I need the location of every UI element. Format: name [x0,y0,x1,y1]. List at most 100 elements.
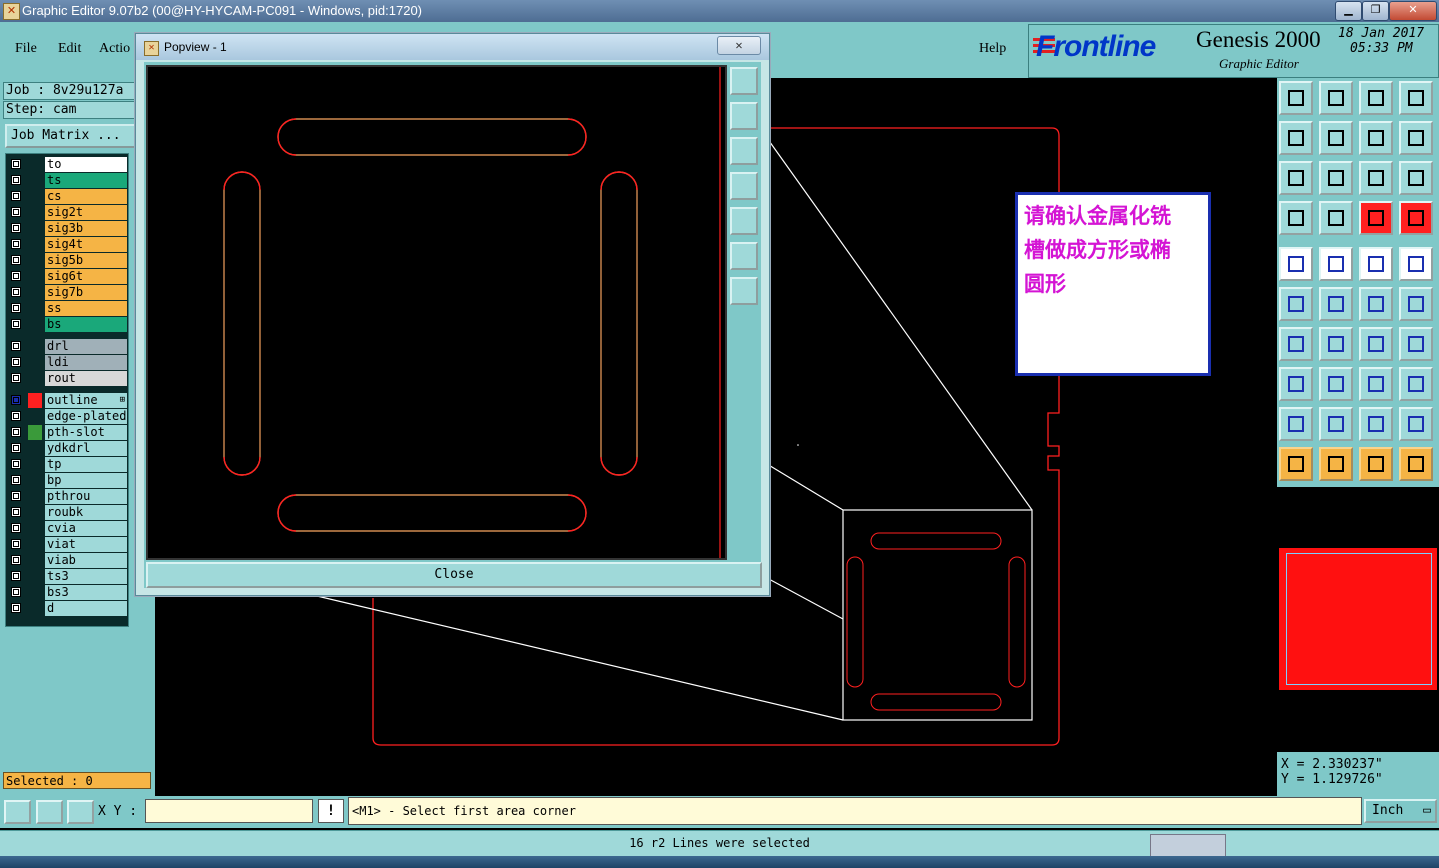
layer-row[interactable]: pth-slot [6,425,128,440]
split-line-icon[interactable] [1319,367,1353,401]
job-matrix-button[interactable]: Job Matrix ... [5,124,141,148]
layer-color-swatch[interactable] [28,505,42,520]
rotate-icon[interactable] [1359,327,1393,361]
layer-color-swatch[interactable] [28,457,42,472]
layer-row[interactable]: cvia [6,521,128,536]
layer-row[interactable]: viat [6,537,128,552]
layer-name[interactable]: sig4t [45,237,127,252]
layer-name[interactable]: ss [45,301,127,316]
layer-row[interactable]: ldi [6,355,128,370]
help-icon[interactable] [1399,161,1433,195]
layer-checkbox[interactable] [11,175,21,185]
layer-row[interactable]: outline ⊞ [6,393,128,408]
layer-row[interactable]: d [6,601,128,616]
popview-zoom-out-icon[interactable] [730,277,758,305]
layer-color-swatch[interactable] [28,285,42,300]
menu-actions[interactable]: Actio [99,41,130,57]
layer-checkbox[interactable] [11,303,21,313]
layer-row[interactable]: bp [6,473,128,488]
layer-checkbox[interactable] [11,341,21,351]
layer-checkbox[interactable] [11,207,21,217]
snap-icon[interactable] [1399,121,1433,155]
layer-checkbox[interactable] [11,319,21,329]
layer-color-swatch[interactable] [28,569,42,584]
route-icon[interactable] [1319,247,1353,281]
layer-row[interactable]: ts [6,173,128,188]
grid-icon[interactable] [67,800,94,824]
layer-color-swatch[interactable] [28,371,42,386]
zoom-center-icon[interactable] [1319,161,1353,195]
layer-color-swatch[interactable] [28,393,42,408]
popview-pan-left-icon[interactable] [730,172,758,200]
layer-row[interactable]: roubk [6,505,128,520]
layer-checkbox[interactable] [11,287,21,297]
line-point-icon[interactable] [1359,287,1393,321]
layer-row[interactable]: bs3 [6,585,128,600]
zoom-fit-icon[interactable] [1279,161,1313,195]
layer-color-swatch[interactable] [28,441,42,456]
layer-checkbox[interactable] [11,357,21,367]
layer-row[interactable]: edge-plated [6,409,128,424]
layer-name[interactable]: to [45,157,127,172]
popview-canvas[interactable] [146,65,727,560]
popview-pan-down-icon[interactable] [730,137,758,165]
angle-icon[interactable] [1279,327,1313,361]
layer-row[interactable]: rout [6,371,128,386]
layer-checkbox[interactable] [11,191,21,201]
layer-name[interactable]: sig3b [45,221,127,236]
layer-row[interactable]: sig5b [6,253,128,268]
layer-color-swatch[interactable] [28,473,42,488]
pan-left-icon[interactable] [1279,121,1313,155]
layer-checkbox[interactable] [11,587,21,597]
layer-color-swatch[interactable] [28,537,42,552]
layer-name[interactable]: d [45,601,127,616]
measure-tool-icon[interactable] [1279,201,1313,235]
layer-name[interactable]: sig5b [45,253,127,268]
layer-name[interactable]: drl [45,339,127,354]
layer-color-swatch[interactable] [28,355,42,370]
layer-checkbox[interactable] [11,223,21,233]
layer-checkbox[interactable] [11,271,21,281]
layer-color-swatch[interactable] [28,409,42,424]
circle-icon[interactable] [1399,247,1433,281]
popview-zoom-fit-icon[interactable] [730,67,758,95]
layer-color-swatch[interactable] [28,585,42,600]
layer-name[interactable]: tp [45,457,127,472]
xy-input[interactable] [145,799,313,823]
layer-color-swatch[interactable] [28,489,42,504]
layer-name[interactable]: pthrou [45,489,127,504]
layer-checkbox[interactable] [11,427,21,437]
layer-row[interactable]: ydkdrl [6,441,128,456]
select-path-icon[interactable] [1399,447,1433,481]
layer-color-swatch[interactable] [28,521,42,536]
layer-row[interactable]: sig4t [6,237,128,252]
layer-row[interactable]: pthrou [6,489,128,504]
triangle-icon[interactable] [1279,407,1313,441]
layer-checkbox[interactable] [11,373,21,383]
layer-name[interactable]: ldi [45,355,127,370]
layer-name[interactable]: bp [45,473,127,488]
layer-color-swatch[interactable] [28,237,42,252]
view-down-icon[interactable] [1319,81,1353,115]
layer-row[interactable]: bs [6,317,128,332]
scale-1-2-icon[interactable] [1359,161,1393,195]
group-icon[interactable] [1399,367,1433,401]
layer-checkbox[interactable] [11,159,21,169]
apex-icon[interactable] [1319,407,1353,441]
layer-color-swatch[interactable] [28,317,42,332]
drc-alt-icon[interactable] [1399,201,1433,235]
alert-button[interactable]: ! [318,799,344,823]
slash-icon[interactable] [1319,327,1353,361]
layer-name[interactable]: edge-plated [45,409,127,424]
layer-row[interactable]: ts3 [6,569,128,584]
layer-color-swatch[interactable] [28,253,42,268]
view-split-icon[interactable] [1399,81,1433,115]
scale-icon[interactable] [1279,367,1313,401]
menu-file[interactable]: File [15,41,37,57]
zoom-area-icon[interactable] [4,800,31,824]
layer-color-swatch[interactable] [28,221,42,236]
layer-color-swatch[interactable] [28,301,42,316]
minimize-button[interactable]: ▁ [1335,1,1362,21]
ruler-icon[interactable] [1359,247,1393,281]
layer-name[interactable]: sig6t [45,269,127,284]
